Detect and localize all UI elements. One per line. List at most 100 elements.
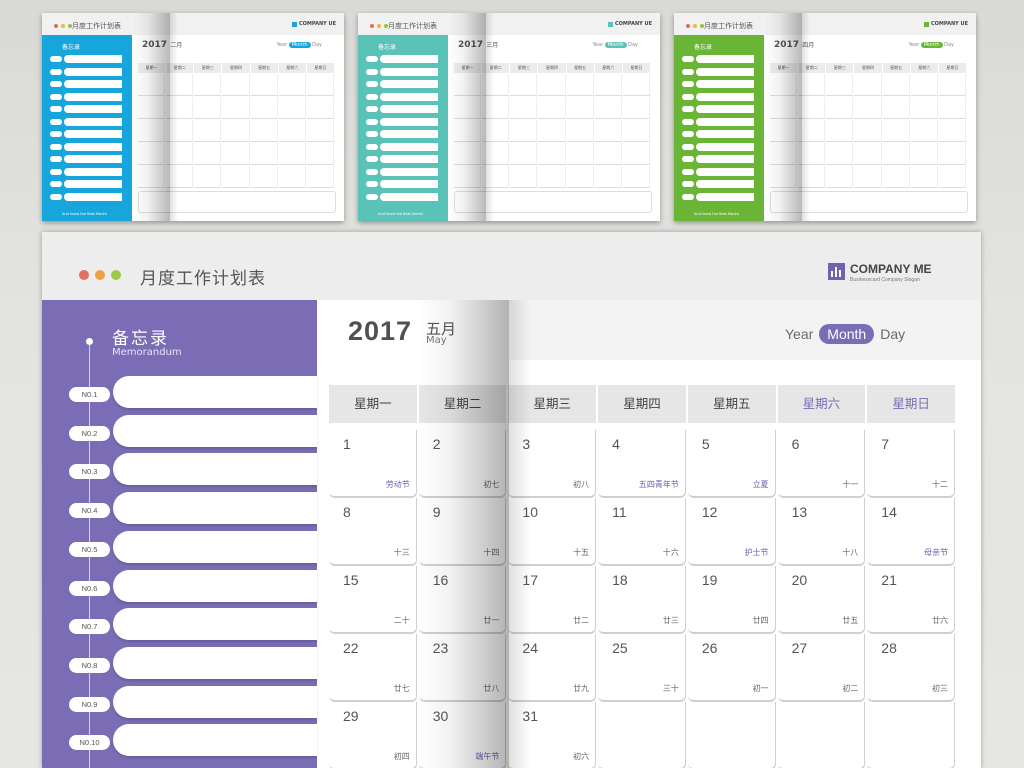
- thumb-day-cell: [826, 97, 854, 119]
- lunar-date-label: 十五: [573, 548, 590, 557]
- thumb-dots: [686, 24, 704, 28]
- thumb-day-cell: [194, 120, 222, 142]
- day-cell[interactable]: 8 十三: [329, 498, 417, 566]
- memo-input-field[interactable]: [113, 453, 317, 486]
- company-name: COMPANY ME: [850, 262, 932, 276]
- thumb-dots: [370, 24, 388, 28]
- day-cell[interactable]: 9 十四: [418, 498, 507, 566]
- memo-input-field[interactable]: [113, 376, 317, 408]
- thumb-day-cell: [910, 166, 938, 188]
- thumb-day-cell: [278, 74, 306, 96]
- day-cell[interactable]: 23 廿八: [418, 634, 507, 702]
- memo-input-field[interactable]: [113, 414, 317, 447]
- thumbnail-calendar-variant[interactable]: 月度工作计划表 COMPANY UE 备忘录 And know the Best…: [42, 13, 344, 221]
- thumb-day-cell: [194, 143, 222, 165]
- day-cell[interactable]: 1 劳动节: [329, 430, 417, 498]
- thumb-fold-highlight: [170, 13, 178, 221]
- memo-number-badge: N0.3: [69, 464, 110, 480]
- thumb-day-cell: [538, 74, 566, 96]
- day-cell[interactable]: 17 廿二: [508, 566, 597, 634]
- day-cell[interactable]: 26 初一: [687, 634, 776, 702]
- day-cell[interactable]: 6 十一: [777, 430, 866, 498]
- thumb-fold-highlight: [802, 13, 810, 221]
- thumb-day-cell: [222, 166, 250, 188]
- memo-input-field[interactable]: [113, 569, 317, 602]
- day-cell[interactable]: 19 廿四: [687, 566, 776, 634]
- memo-row[interactable]: N0.8: [69, 646, 317, 683]
- thumb-day-cell: [910, 143, 938, 165]
- day-cell[interactable]: 22 廿七: [329, 634, 417, 702]
- thumb-day-cell: [250, 74, 278, 96]
- thumb-day-cell: [826, 120, 854, 142]
- memo-row[interactable]: N0.3: [69, 453, 317, 489]
- day-number: 6: [791, 436, 800, 452]
- main-calendar-sheet: 月度工作计划表 COMPANY ME Businesscard Company …: [42, 232, 981, 768]
- memo-input-field[interactable]: [113, 608, 317, 641]
- day-number: 7: [881, 436, 890, 452]
- day-cell[interactable]: 16 廿一: [418, 566, 507, 634]
- memo-row[interactable]: N0.7: [69, 608, 317, 644]
- day-cell[interactable]: 5 立夏: [687, 430, 776, 498]
- day-cell[interactable]: 27 初二: [777, 634, 866, 702]
- thumbnail-calendar-variant[interactable]: 月度工作计划表 COMPANY UE 备忘录 And know the Best…: [674, 13, 976, 221]
- view-month-tab[interactable]: Month: [819, 324, 875, 344]
- thumb-dots: [54, 24, 72, 28]
- memo-input-field[interactable]: [113, 724, 317, 757]
- memo-input-field[interactable]: [113, 530, 317, 563]
- memo-row[interactable]: N0.6: [69, 569, 317, 606]
- memo-row[interactable]: N0.1: [69, 376, 317, 412]
- day-cell[interactable]: 18 廿三: [598, 566, 686, 634]
- day-cell[interactable]: 4 五四青年节: [598, 430, 686, 498]
- memo-row[interactable]: N0.5: [69, 530, 317, 567]
- memo-row[interactable]: N0.4: [69, 492, 317, 528]
- memo-row[interactable]: N0.10: [69, 724, 317, 760]
- thumb-memo-line: [50, 55, 122, 63]
- day-cell[interactable]: 24 廿九: [508, 634, 597, 702]
- day-number: 15: [343, 572, 359, 588]
- thumb-weekday: 星期三: [194, 63, 222, 73]
- view-day-tab[interactable]: Day: [880, 326, 905, 342]
- thumb-day-cell: [510, 74, 538, 96]
- thumb-memo-sidebar: 备忘录 And know the Best Month: [674, 35, 764, 221]
- thumb-day-cell: [510, 143, 538, 165]
- thumb-memo-line: [682, 180, 754, 188]
- thumb-memo-line: [682, 155, 754, 163]
- thumb-memo-line: [682, 92, 754, 101]
- day-number: 1: [343, 436, 351, 452]
- day-cell[interactable]: 28 初三: [867, 634, 955, 702]
- thumb-memo-line: [366, 130, 438, 138]
- memo-row[interactable]: N0.2: [69, 414, 317, 451]
- day-cell[interactable]: 31 初六: [508, 702, 597, 768]
- day-cell[interactable]: 12 护士节: [687, 498, 776, 566]
- lunar-date-label: 初七: [483, 480, 500, 489]
- day-cell[interactable]: 13 十八: [777, 498, 866, 566]
- dot-green: [111, 270, 121, 280]
- thumb-day-cell: [222, 143, 250, 165]
- thumb-day-cell: [194, 74, 222, 96]
- day-cell[interactable]: 2 初七: [418, 430, 507, 498]
- thumbnail-calendar-variant[interactable]: 月度工作计划表 COMPANY UE 备忘录 And know the Best…: [358, 13, 660, 221]
- thumb-memo-line: [366, 167, 438, 176]
- day-cell[interactable]: 10 十五: [508, 498, 597, 566]
- day-cell[interactable]: 7 十二: [867, 430, 955, 498]
- view-year-tab[interactable]: Year: [785, 326, 813, 342]
- day-cell[interactable]: 29 初四: [329, 702, 417, 768]
- day-cell[interactable]: 14 母亲节: [867, 498, 955, 566]
- memo-input-field[interactable]: [113, 685, 317, 718]
- thumb-day-cell: [826, 166, 854, 188]
- memo-input-field[interactable]: [113, 492, 317, 525]
- memo-input-field[interactable]: [113, 646, 317, 679]
- day-cell[interactable]: 15 二十: [329, 566, 417, 634]
- day-cell[interactable]: 30 端午节: [418, 702, 507, 768]
- thumb-day-cell: [194, 166, 222, 188]
- day-cell[interactable]: 25 三十: [598, 634, 686, 702]
- day-cell[interactable]: 21 廿六: [867, 566, 955, 634]
- thumb-memo-line: [366, 192, 438, 201]
- day-cell[interactable]: 20 廿五: [777, 566, 866, 634]
- memo-row[interactable]: N0.9: [69, 685, 317, 722]
- thumb-day-cell: [278, 166, 306, 188]
- day-number: 28: [881, 640, 897, 656]
- day-number: 29: [343, 708, 359, 724]
- day-cell[interactable]: 3 初八: [508, 430, 597, 498]
- day-cell[interactable]: 11 十六: [598, 498, 686, 566]
